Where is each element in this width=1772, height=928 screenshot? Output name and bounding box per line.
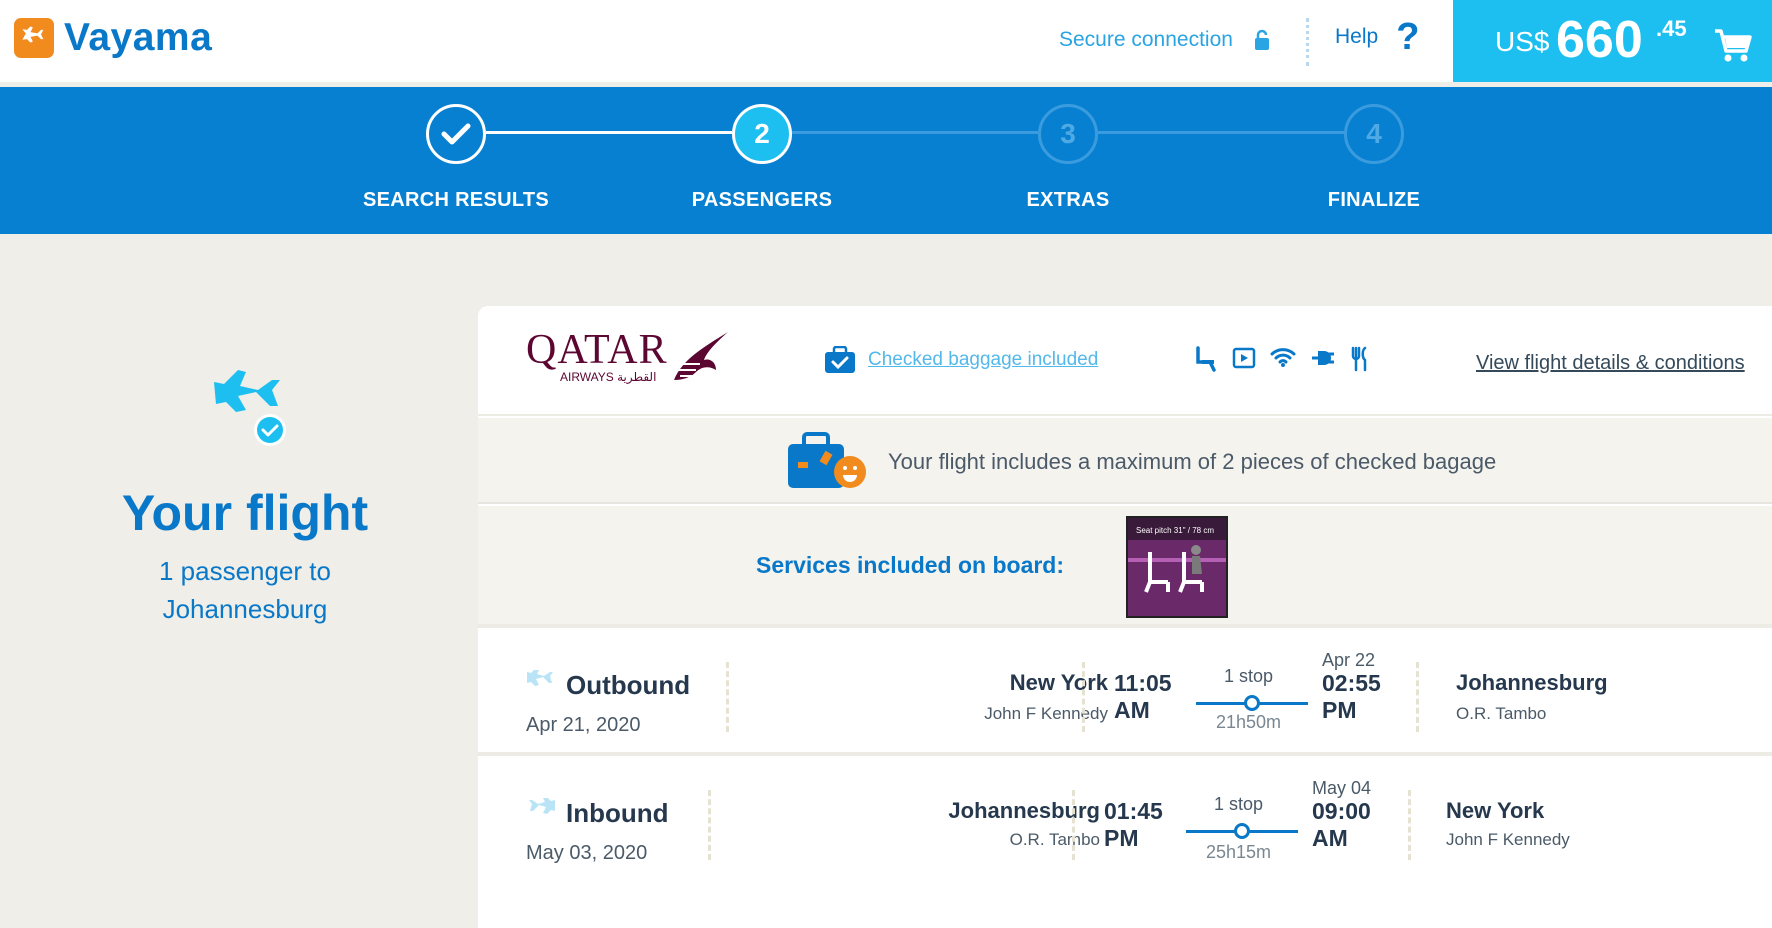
inbound-arr-ampm: AM [1312,825,1348,851]
outbound-stop-dot [1244,695,1260,711]
outbound-from-city: New York [1009,670,1108,695]
leg-divider [708,790,711,860]
inbound-dep-clock: 01:45 [1104,798,1163,824]
check-icon [441,123,471,145]
inbound-dep-ampm: PM [1104,825,1139,851]
inbound-duration: 25h15m [1206,842,1272,862]
step-4-circle: 4 [1344,104,1404,164]
wifi-icon [1270,348,1296,367]
outbound-dep-ampm: AM [1114,697,1150,723]
step-2-label: PASSENGERS [691,189,833,211]
view-flight-details-link[interactable]: View flight details & conditions [1476,352,1745,375]
outbound-duration: 21h50m [1216,712,1282,732]
inbound-date: May 03, 2020 [526,842,648,864]
qatar-airways-logo: QATAR AIRWAYS القطرية [526,327,732,384]
inbound-arrival-date: May 04 [1312,778,1372,798]
price-summary-button[interactable]: US$ 660 .45 [1453,0,1772,82]
outbound-stops: 1 stop [1224,666,1274,686]
top-header: Vayama Secure connection Help ? US$ 660 … [0,0,1772,82]
outbound-departure-time: 11:05 AM [1114,670,1172,724]
outbound-leg[interactable]: Outbound Apr 21, 2020 New York John F Ke… [478,632,1772,756]
step-connector-done [486,131,732,134]
secure-connection: Secure connection [1059,28,1271,52]
brand-name: Vayama [64,16,213,59]
suitcase-check-icon [825,346,855,373]
inbound-from-airport: O.R. Tambo [1009,830,1100,849]
header-divider [1306,18,1309,66]
plane-icon [527,670,553,686]
airline-logo-text: QATAR [526,327,668,373]
inbound-to-airport: John F Kennedy [1446,830,1570,849]
inbound-stops: 1 stop [1214,794,1264,814]
outbound-title: Outbound [566,670,691,700]
step-connector [1098,131,1344,134]
checkout-progress: SEARCH RESULTS 2 PASSENGERS 3 EXTRAS 4 F… [0,87,1772,234]
passenger-count-text: 1 passenger to [158,556,331,586]
step-3-label: EXTRAS [1026,189,1110,211]
vayama-logo[interactable]: Vayama [14,16,212,60]
outbound-arr-clock: 02:55 [1322,670,1381,696]
cart-icon [1715,29,1752,62]
inbound-departure-time: 01:45 PM [1104,798,1163,852]
seat-pitch-image[interactable]: Seat pitch 31" / 78 cm [1126,516,1228,618]
inbound-arr-clock: 09:00 [1312,798,1371,824]
seat-icon [1196,346,1216,372]
price-decimal: .45 [1656,16,1687,41]
step-1-circle[interactable] [426,104,486,164]
inbound-title: Inbound [566,798,669,828]
flight-card: QATAR AIRWAYS القطرية Checked baggage in… [478,306,1772,928]
seat-pitch-icon [1128,540,1226,616]
step-4-label: FINALIZE [1327,189,1421,211]
checked-baggage-link[interactable]: Checked baggage included [824,346,1098,374]
step-1-label[interactable]: SEARCH RESULTS [346,189,566,212]
meal-icon [1351,346,1367,372]
question-icon: ? [1396,16,1420,58]
lock-icon [1254,29,1269,50]
leg-divider [1416,662,1419,732]
outbound-from-airport: John F Kennedy [984,704,1108,723]
your-flight-title: Your flight [121,485,369,541]
oryx-icon [673,332,728,380]
outbound-arr-ampm: PM [1322,697,1357,723]
airline-logo-subtext: AIRWAYS القطرية [560,370,657,384]
inbound-to-city: New York [1446,798,1545,823]
inbound-arrival-time: 09:00 AM [1312,798,1371,852]
outbound-to-city: Johannesburg [1456,670,1608,695]
leg-divider [726,662,729,732]
price-integer: 660 [1556,11,1643,69]
amenity-icons [1194,346,1370,372]
plane-logo-icon [14,18,54,58]
help-button[interactable]: Help ? [1335,18,1419,56]
destination-text: Johannesburg [162,594,328,624]
help-label: Help [1335,25,1379,48]
inbound-leg[interactable]: Inbound May 03, 2020 Johannesburg O.R. T… [478,760,1772,884]
baggage-info-text: Your flight includes a maximum of 2 piec… [888,449,1497,474]
power-plug-icon [1312,351,1334,365]
secure-connection-label: Secure connection [1059,28,1233,51]
outbound-arrival-time: 02:55 PM [1322,670,1381,724]
leg-divider [1408,790,1411,860]
baggage-info-row: Your flight includes a maximum of 2 piec… [478,418,1772,504]
checked-baggage-text: Checked baggage included [868,349,1099,370]
services-label: Services included on board: [756,552,1065,578]
outbound-arrival-date: Apr 22 [1322,650,1376,670]
leg-divider [1072,790,1075,860]
price-currency: US$ [1495,26,1550,57]
plane-icon [529,798,555,814]
step-3-circle: 3 [1038,104,1098,164]
leg-divider [1082,662,1085,732]
suitcase-smile-icon [788,432,866,488]
step-connector [792,131,1038,134]
passenger-summary: 1 passenger to Johannesburg [80,552,410,628]
step-2-circle: 2 [732,104,792,164]
video-icon [1232,347,1256,369]
services-row: Services included on board: Seat pitch 3… [478,506,1772,628]
flight-card-header: QATAR AIRWAYS القطرية Checked baggage in… [478,306,1772,416]
inbound-stop-dot [1234,823,1250,839]
outbound-to-airport: O.R. Tambo [1456,704,1547,723]
plane-check-icon [214,370,286,446]
outbound-dep-clock: 11:05 [1114,670,1172,696]
inbound-from-city: Johannesburg [948,798,1100,823]
outbound-date: Apr 21, 2020 [526,714,641,736]
